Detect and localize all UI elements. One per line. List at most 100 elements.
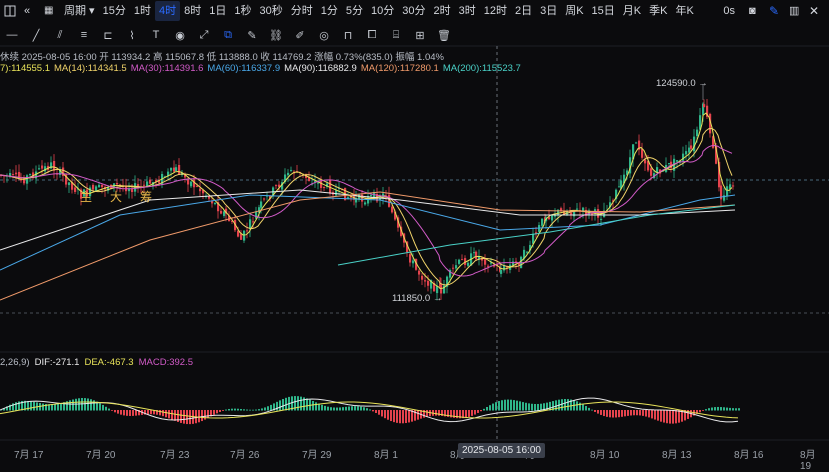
macd-bar bbox=[627, 410, 629, 416]
candle-body bbox=[29, 174, 32, 176]
macd-bar bbox=[360, 406, 362, 411]
macd-bar bbox=[654, 410, 656, 420]
candle-body bbox=[38, 168, 41, 170]
macd-bar bbox=[609, 410, 611, 418]
macd-item: DIF:-271.1 bbox=[34, 357, 80, 368]
macd-bar bbox=[648, 410, 650, 418]
candle-body bbox=[541, 218, 544, 226]
macd-bar bbox=[711, 407, 713, 411]
macd-bar bbox=[726, 407, 728, 411]
macd-bar bbox=[237, 408, 239, 411]
macd-bar bbox=[54, 404, 56, 411]
candle-body bbox=[576, 208, 579, 210]
macd-bar bbox=[564, 399, 566, 411]
macd-bar bbox=[117, 410, 119, 414]
macd-bar bbox=[471, 410, 473, 416]
macd-bar bbox=[402, 410, 404, 424]
candle-body bbox=[570, 212, 573, 215]
macd-bar bbox=[198, 410, 200, 423]
candle-body bbox=[475, 251, 478, 260]
candle-body bbox=[263, 198, 266, 200]
candle-body bbox=[732, 185, 735, 187]
candle-body bbox=[246, 230, 249, 232]
macd-bar bbox=[183, 410, 185, 424]
macd-bar bbox=[594, 410, 596, 412]
macd-bar bbox=[438, 410, 440, 416]
macd-bar bbox=[102, 404, 104, 411]
macd-bar bbox=[114, 410, 116, 413]
chip-主[interactable]: 主 bbox=[80, 190, 92, 204]
candle-body bbox=[487, 265, 490, 267]
macd-bar bbox=[615, 410, 617, 418]
macd-bar bbox=[426, 410, 428, 417]
macd-bar bbox=[126, 410, 128, 416]
candle-body bbox=[391, 206, 394, 213]
macd-bar bbox=[468, 410, 470, 417]
macd-bar bbox=[660, 410, 662, 422]
macd-bar bbox=[465, 410, 467, 418]
macd-bar bbox=[120, 410, 122, 415]
macd-bar bbox=[666, 410, 668, 424]
macd-bar bbox=[300, 396, 302, 411]
candle-body bbox=[170, 167, 173, 171]
macd-bar bbox=[630, 410, 632, 416]
price-chart[interactable] bbox=[0, 0, 829, 466]
candle-body bbox=[418, 270, 421, 275]
macd-bar bbox=[282, 398, 284, 411]
macd-bar bbox=[600, 410, 602, 415]
macd-bar bbox=[495, 402, 497, 411]
chip-筹[interactable]: 筹 bbox=[140, 190, 152, 204]
candle-body bbox=[98, 184, 101, 188]
macd-bar bbox=[399, 410, 401, 424]
candle-body bbox=[526, 251, 529, 253]
macd-bar bbox=[150, 410, 152, 415]
macd-bar bbox=[351, 406, 353, 411]
candle-body bbox=[600, 218, 603, 220]
candle-body bbox=[427, 280, 430, 286]
candle-body bbox=[15, 172, 18, 175]
candle-body bbox=[178, 164, 181, 175]
macd-bar bbox=[255, 409, 257, 411]
macd-bar bbox=[333, 407, 335, 411]
x-tick-label: 8月 10 bbox=[590, 450, 620, 461]
candle-body bbox=[412, 260, 415, 264]
candle-body bbox=[287, 172, 290, 176]
candle-body bbox=[199, 188, 202, 192]
macd-bar bbox=[501, 400, 503, 411]
candle-body bbox=[187, 179, 190, 185]
candle-body bbox=[320, 180, 323, 188]
candle-body bbox=[364, 202, 367, 205]
macd-bar bbox=[516, 400, 518, 411]
macd-bar bbox=[267, 406, 269, 411]
ma14-line bbox=[0, 127, 733, 286]
macd-bar bbox=[321, 404, 323, 411]
macd-bar bbox=[324, 405, 326, 411]
candle-body bbox=[467, 262, 470, 266]
macd-bar bbox=[657, 410, 659, 421]
low-price-marker: 111850.0 → bbox=[392, 293, 443, 304]
macd-bar bbox=[69, 400, 71, 411]
candle-body bbox=[173, 167, 176, 172]
crosshair-time-label: 2025-08-05 16:00 bbox=[458, 443, 545, 458]
candle-body bbox=[582, 207, 585, 211]
macd-bar bbox=[405, 410, 407, 424]
macd-bar bbox=[498, 401, 500, 411]
macd-bar bbox=[390, 410, 392, 422]
candle-body bbox=[685, 151, 688, 155]
candle-body bbox=[618, 186, 621, 188]
macd-bar bbox=[228, 408, 230, 411]
macd-bar bbox=[240, 408, 242, 411]
macd-item: MACD:392.5 bbox=[138, 357, 193, 368]
macd-bar bbox=[720, 407, 722, 411]
macd-bar bbox=[222, 410, 224, 411]
chip-大[interactable]: 大 bbox=[110, 190, 122, 204]
macd-bar bbox=[378, 410, 380, 415]
macd-bar bbox=[489, 405, 491, 411]
macd-bar bbox=[363, 407, 365, 411]
candle-body bbox=[458, 259, 461, 264]
candle-body bbox=[252, 221, 255, 223]
x-tick-label: 7月 20 bbox=[86, 450, 116, 461]
macd-bar bbox=[252, 409, 254, 411]
candle-body bbox=[41, 165, 44, 169]
candle-body bbox=[512, 261, 515, 266]
